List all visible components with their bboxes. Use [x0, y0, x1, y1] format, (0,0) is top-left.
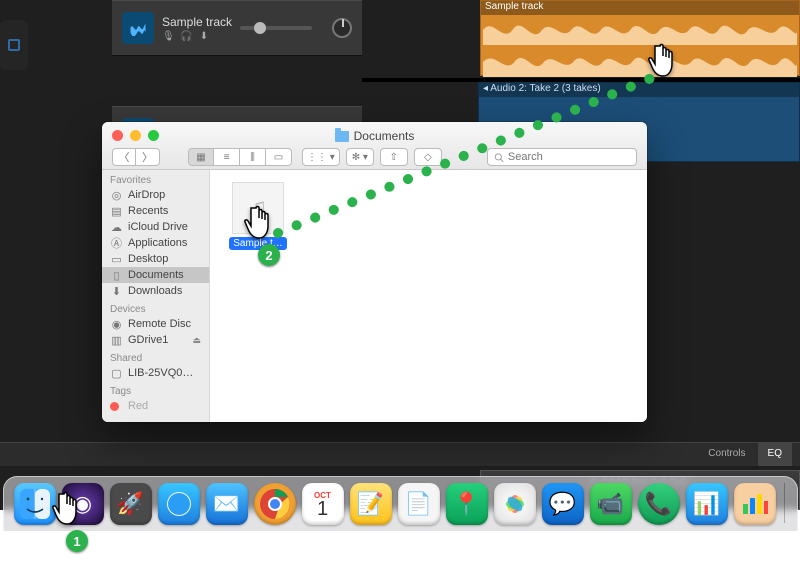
region-header: Sample track: [481, 1, 799, 15]
arrange-button[interactable]: ⋮⋮ ▾: [302, 148, 340, 166]
sidebar-item-downloads[interactable]: ⬇Downloads: [102, 283, 209, 299]
finder-sidebar: Favorites ◎AirDrop ▤Recents ☁iCloud Driv…: [102, 170, 210, 422]
step-badge-1: 1: [66, 530, 88, 552]
search-icon: [494, 152, 504, 163]
sidebar-item-airdrop[interactable]: ◎AirDrop: [102, 187, 209, 203]
folder-icon: [335, 131, 349, 142]
file-item-sample[interactable]: ♫ Sample t…: [226, 182, 290, 255]
waveform-top: [483, 15, 797, 45]
dock-app-siri[interactable]: ◉: [62, 483, 104, 525]
sidebar-heading-tags: Tags: [102, 381, 209, 398]
dock-app-keynote[interactable]: 📊: [686, 483, 728, 525]
waveform-bottom: [483, 47, 797, 77]
step-badge-2: 2: [258, 244, 280, 266]
search-input[interactable]: [508, 151, 630, 163]
dock-separator: [784, 483, 785, 523]
finder-window[interactable]: Documents 〈 〉 ▦ ≡ ⫼ ▭ ⋮⋮ ▾ ✻ ▾ ⇧ ◇ Favor…: [102, 122, 647, 422]
sidebar-heading-favorites: Favorites: [102, 170, 209, 187]
list-view-button[interactable]: ≡: [214, 148, 240, 166]
dock-app-pages[interactable]: 📄: [398, 483, 440, 525]
documents-icon: ▯: [110, 269, 123, 281]
dock-app-notes[interactable]: 📝: [350, 483, 392, 525]
audio-track-icon: [122, 12, 154, 44]
region-header: ◂ Audio 2: Take 2 (3 takes): [479, 83, 799, 97]
dock: ◉ 🚀 ✉️ OCT 1 📝 📄 📍 💬 📹 📞 📊: [3, 476, 798, 531]
dock-app-launchpad[interactable]: 🚀: [110, 483, 152, 525]
dock-app-facetime[interactable]: 📹: [590, 483, 632, 525]
dock-app-calendar[interactable]: OCT 1: [302, 483, 344, 525]
eject-icon[interactable]: ⏏: [192, 335, 201, 346]
search-field[interactable]: [487, 148, 637, 166]
nav-back-forward[interactable]: 〈 〉: [112, 148, 160, 166]
sidebar-item-desktop[interactable]: ▭Desktop: [102, 251, 209, 267]
volume-slider[interactable]: [240, 26, 312, 30]
sidebar-item-shared[interactable]: ▢LIB-25VQ0…: [102, 365, 209, 381]
airdrop-icon: ◎: [110, 189, 123, 201]
back-button[interactable]: 〈: [112, 148, 136, 166]
audio-file-icon: ♫: [232, 182, 284, 234]
desktop-icon: ▭: [110, 253, 123, 265]
sidebar-heading-devices: Devices: [102, 299, 209, 316]
sidebar-item-tag-red[interactable]: Red: [102, 398, 209, 414]
track-header-1[interactable]: Sample track 🎙🎧⬇: [112, 0, 362, 56]
share-button[interactable]: ⇧: [380, 148, 408, 166]
computer-icon: ▢: [110, 367, 123, 379]
dock-app-numbers[interactable]: [734, 483, 776, 525]
tag-dot-red: [110, 402, 119, 411]
tags-button[interactable]: ◇: [414, 148, 442, 166]
dock-app-photos[interactable]: [494, 483, 536, 525]
bottom-tab-strip: Controls EQ: [0, 442, 800, 466]
dock-app-mail[interactable]: ✉️: [206, 483, 248, 525]
tab-eq[interactable]: EQ: [758, 443, 792, 466]
dock-app-maps[interactable]: 📍: [446, 483, 488, 525]
view-mode-buttons: ▦ ≡ ⫼ ▭: [188, 148, 292, 166]
track-name-1: Sample track: [162, 15, 232, 29]
recents-icon: ▤: [110, 205, 123, 217]
cloud-icon: ☁: [110, 221, 123, 233]
sidebar-item-remote-disc[interactable]: ◉Remote Disc: [102, 316, 209, 332]
sidebar-item-gdrive[interactable]: ▥GDrive1⏏: [102, 332, 209, 348]
audio-region-sample[interactable]: Sample track: [480, 0, 800, 76]
dock-app-safari[interactable]: [158, 483, 200, 525]
downloads-icon: ⬇: [110, 285, 123, 297]
calendar-day: 1: [317, 500, 328, 518]
dock-app-finder[interactable]: [14, 483, 56, 525]
dock-area: ◉ 🚀 ✉️ OCT 1 📝 📄 📍 💬 📹 📞 📊: [0, 467, 800, 531]
sidebar-item-icloud[interactable]: ☁iCloud Drive: [102, 219, 209, 235]
sidebar-item-applications[interactable]: ⒶApplications: [102, 235, 209, 251]
window-title: Documents: [102, 129, 647, 143]
track-mini-buttons[interactable]: 🎙🎧⬇: [162, 31, 232, 42]
column-view-button[interactable]: ⫼: [240, 148, 266, 166]
finder-content[interactable]: ♫ Sample t…: [210, 170, 647, 422]
tool-strip[interactable]: [0, 20, 28, 70]
dock-app-messages[interactable]: 💬: [542, 483, 584, 525]
pan-knob[interactable]: [332, 18, 352, 38]
drive-icon: ▥: [110, 334, 123, 346]
sidebar-item-documents[interactable]: ▯Documents: [102, 267, 209, 283]
dock-app-chrome[interactable]: [254, 483, 296, 525]
action-button[interactable]: ✻ ▾: [346, 148, 374, 166]
icon-view-button[interactable]: ▦: [188, 148, 214, 166]
bottom-white-band: [0, 524, 800, 576]
dock-app-phone[interactable]: 📞: [638, 483, 680, 525]
sidebar-heading-shared: Shared: [102, 348, 209, 365]
sidebar-item-recents[interactable]: ▤Recents: [102, 203, 209, 219]
disc-icon: ◉: [110, 318, 123, 330]
finder-titlebar[interactable]: Documents 〈 〉 ▦ ≡ ⫼ ▭ ⋮⋮ ▾ ✻ ▾ ⇧ ◇: [102, 122, 647, 170]
applications-icon: Ⓐ: [110, 237, 123, 249]
gallery-view-button[interactable]: ▭: [266, 148, 292, 166]
forward-button[interactable]: 〉: [136, 148, 160, 166]
tab-controls[interactable]: Controls: [698, 443, 755, 466]
